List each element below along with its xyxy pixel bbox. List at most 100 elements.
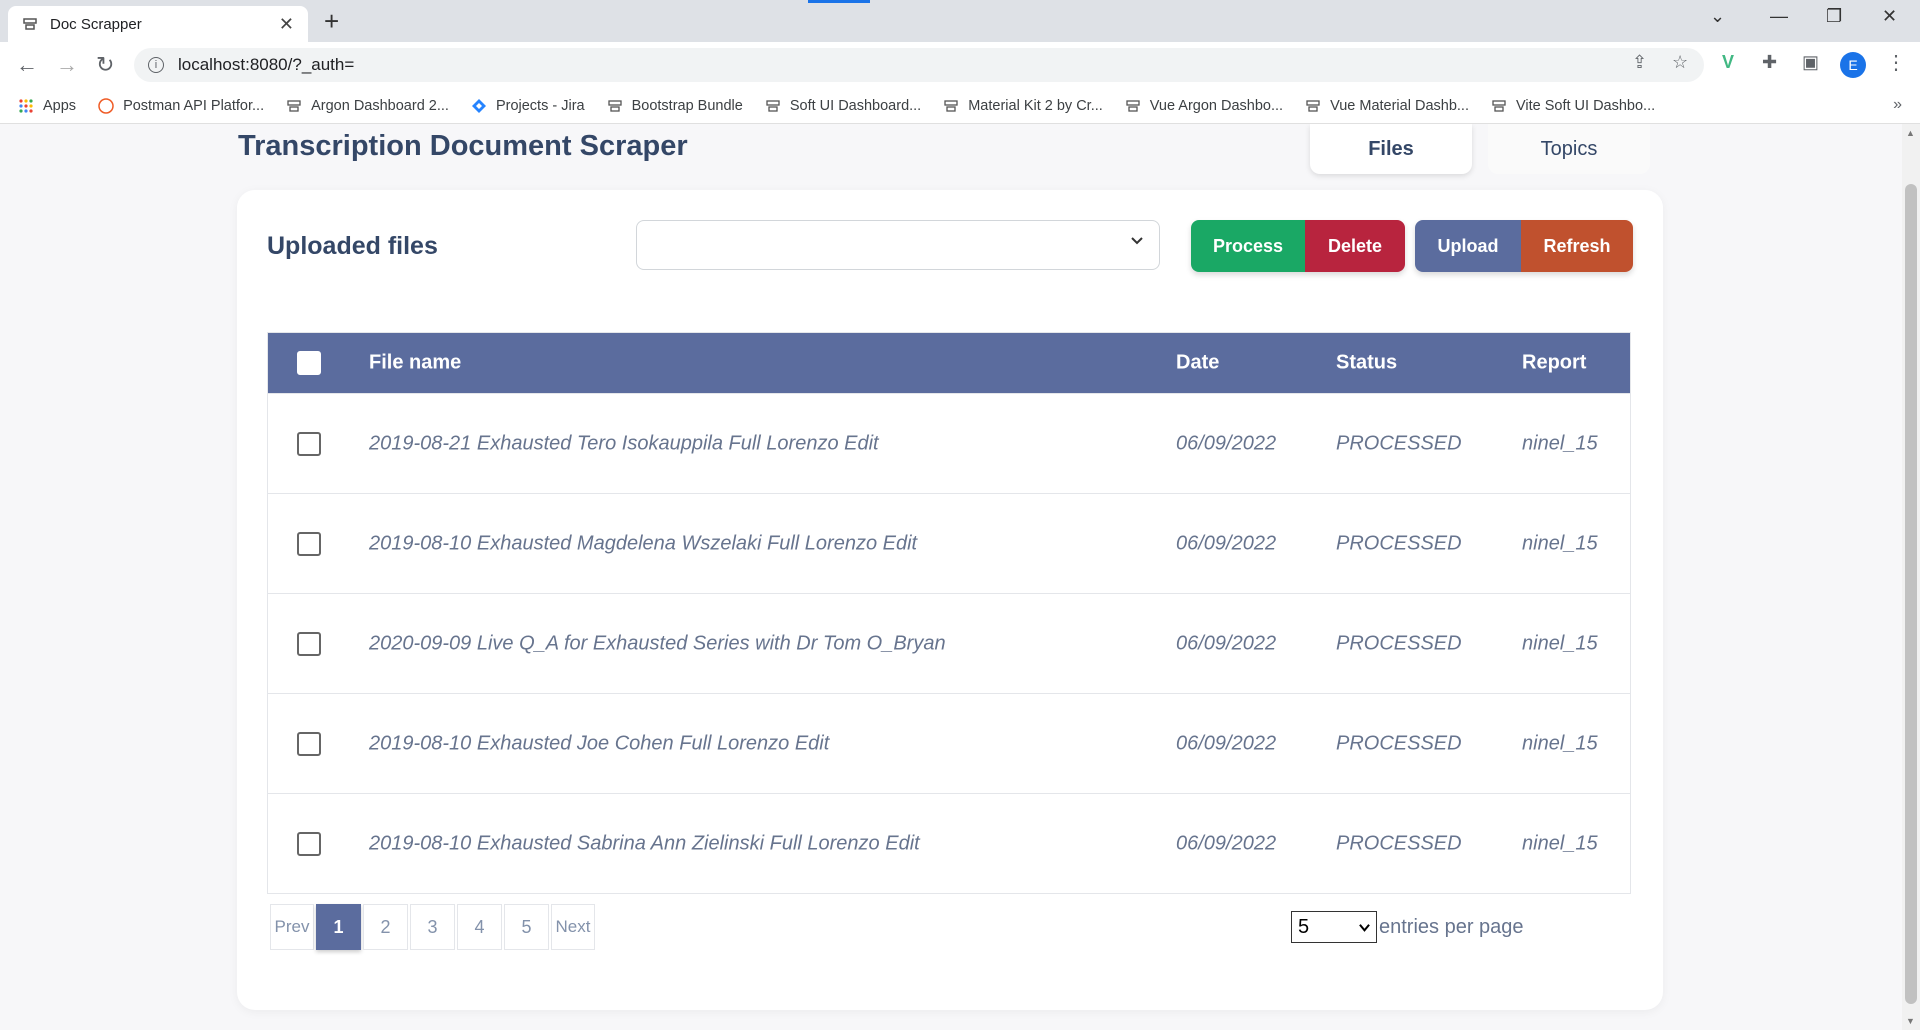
upload-refresh-group: Upload Refresh xyxy=(1415,220,1633,272)
postman-icon xyxy=(98,97,114,114)
bookmark-jira[interactable]: Projects - Jira xyxy=(471,98,585,114)
bookmark-soft-ui[interactable]: Soft UI Dashboard... xyxy=(765,98,921,114)
bookmark-label: Vue Material Dashb... xyxy=(1330,97,1469,114)
scroll-down-icon[interactable]: ▼ xyxy=(1906,1016,1915,1026)
entries-per-page: 5 entries per page xyxy=(1291,911,1524,943)
site-icon xyxy=(1491,98,1507,114)
page-button-5[interactable]: 5 xyxy=(504,904,549,950)
file-name-cell: 2019-08-10 Exhausted Joe Cohen Full Lore… xyxy=(369,732,830,754)
tab-files[interactable]: Files xyxy=(1310,124,1472,174)
header-date[interactable]: Date xyxy=(1176,352,1219,375)
tab-topics[interactable]: Topics xyxy=(1488,124,1650,174)
site-info-icon[interactable]: i xyxy=(148,57,164,73)
table-row[interactable]: 2019-08-10 Exhausted Magdelena Wszelaki … xyxy=(268,493,1630,593)
bookmark-material-kit[interactable]: Material Kit 2 by Cr... xyxy=(943,98,1103,114)
page-button-1[interactable]: 1 xyxy=(316,904,361,950)
status-cell: PROCESSED xyxy=(1336,732,1462,754)
header-status[interactable]: Status xyxy=(1336,352,1397,375)
select-all-checkbox[interactable] xyxy=(297,351,321,375)
browser-tab[interactable]: Doc Scrapper ✕ xyxy=(8,6,308,42)
site-icon xyxy=(607,98,623,114)
bookmark-postman[interactable]: Postman API Platfor... xyxy=(98,98,264,114)
bookmark-vite-soft-ui[interactable]: Vite Soft UI Dashbo... xyxy=(1491,98,1655,114)
entries-value: 5 xyxy=(1298,915,1310,938)
date-cell: 06/09/2022 xyxy=(1176,632,1277,654)
files-table: File name Date Status Report 2019-08-21 … xyxy=(267,332,1631,894)
new-tab-icon[interactable]: + xyxy=(324,8,339,34)
scroll-up-icon[interactable]: ▲ xyxy=(1906,128,1915,138)
header-file-name[interactable]: File name xyxy=(369,352,461,375)
more-bookmarks-icon[interactable]: » xyxy=(1893,96,1902,114)
forward-icon[interactable]: → xyxy=(56,52,78,78)
table-row[interactable]: 2020-09-09 Live Q_A for Exhausted Series… xyxy=(268,593,1630,693)
report-cell: ninel_15 xyxy=(1522,532,1598,554)
card-title: Uploaded files xyxy=(267,232,438,260)
page-button-3[interactable]: 3 xyxy=(410,904,455,950)
site-icon xyxy=(1125,98,1141,114)
bookmark-label: Projects - Jira xyxy=(495,97,585,114)
table-row[interactable]: 2019-08-10 Exhausted Joe Cohen Full Lore… xyxy=(268,693,1630,793)
top-nav: Files Topics xyxy=(1310,124,1666,174)
share-icon[interactable]: ⇪ xyxy=(1632,52,1647,73)
date-cell: 06/09/2022 xyxy=(1176,732,1277,754)
restore-icon[interactable]: ❐ xyxy=(1826,6,1842,27)
bookmark-label: Postman API Platfor... xyxy=(123,97,265,114)
row-checkbox[interactable] xyxy=(297,431,321,456)
vue-devtools-icon[interactable]: V xyxy=(1722,52,1734,73)
files-card: Uploaded files Process Delete Upload Ref… xyxy=(237,190,1663,1010)
row-checkbox[interactable] xyxy=(297,731,321,756)
minimize-icon[interactable]: — xyxy=(1770,6,1788,27)
bookmark-bootstrap-bundle[interactable]: Bootstrap Bundle xyxy=(607,98,743,114)
file-name-cell: 2019-08-10 Exhausted Sabrina Ann Zielins… xyxy=(369,832,920,854)
side-panel-icon[interactable]: ▣ xyxy=(1802,52,1819,73)
close-window-icon[interactable]: ✕ xyxy=(1882,6,1897,27)
file-name-cell: 2019-08-21 Exhausted Tero Isokauppila Fu… xyxy=(369,432,879,454)
refresh-button[interactable]: Refresh xyxy=(1521,220,1633,272)
header-report[interactable]: Report xyxy=(1522,352,1586,375)
file-name-cell: 2020-09-09 Live Q_A for Exhausted Series… xyxy=(369,632,946,654)
apps-grid-icon xyxy=(18,98,34,114)
browser-tab-bar: Doc Scrapper ✕ + ⌄ — ❐ ✕ xyxy=(0,0,1920,42)
delete-button[interactable]: Delete xyxy=(1305,220,1405,272)
bookmark-argon-dashboard[interactable]: Argon Dashboard 2... xyxy=(286,98,449,114)
scrollbar-thumb[interactable] xyxy=(1905,184,1917,1004)
bookmark-vue-argon[interactable]: Vue Argon Dashbo... xyxy=(1125,98,1283,114)
entries-per-page-select[interactable]: 5 xyxy=(1291,911,1377,943)
status-cell: PROCESSED xyxy=(1336,432,1462,454)
next-page-button[interactable]: Next xyxy=(551,904,595,950)
table-row[interactable]: 2019-08-21 Exhausted Tero Isokauppila Fu… xyxy=(268,393,1630,493)
process-button[interactable]: Process xyxy=(1191,220,1305,272)
page-viewport: Transcription Document Scraper Files Top… xyxy=(0,124,1902,1030)
report-cell: ninel_15 xyxy=(1522,432,1598,454)
browser-menu-icon[interactable]: ⋮ xyxy=(1886,50,1906,75)
chevron-down-icon xyxy=(1359,924,1370,932)
row-checkbox[interactable] xyxy=(297,531,321,556)
url-field[interactable]: i localhost:8080/?_auth= xyxy=(134,48,1704,82)
chevron-down-icon xyxy=(1131,237,1143,245)
tab-search-icon[interactable]: ⌄ xyxy=(1710,6,1725,27)
status-cell: PROCESSED xyxy=(1336,832,1462,854)
jira-icon xyxy=(471,98,487,114)
row-checkbox[interactable] xyxy=(297,631,321,656)
reload-icon[interactable]: ↻ xyxy=(96,52,114,78)
page-title: Transcription Document Scraper xyxy=(238,130,688,162)
close-tab-icon[interactable]: ✕ xyxy=(279,14,294,35)
page-button-2[interactable]: 2 xyxy=(363,904,408,950)
prev-page-button[interactable]: Prev xyxy=(270,904,314,950)
url-text: localhost:8080/?_auth= xyxy=(178,55,355,74)
bookmark-apps[interactable]: Apps xyxy=(18,98,76,114)
address-bar-row: ← → ↻ i localhost:8080/?_auth= ⇪ ☆ V ✚ ▣… xyxy=(0,42,1920,88)
file-filter-select[interactable] xyxy=(636,220,1160,270)
upload-button[interactable]: Upload xyxy=(1415,220,1521,272)
site-icon xyxy=(765,98,781,114)
extensions-icon[interactable]: ✚ xyxy=(1762,52,1777,73)
bookmark-vue-material[interactable]: Vue Material Dashb... xyxy=(1305,98,1469,114)
row-checkbox[interactable] xyxy=(297,831,321,856)
bookmark-star-icon[interactable]: ☆ xyxy=(1672,52,1688,73)
page-scrollbar[interactable]: ▲ ▼ xyxy=(1902,124,1920,1030)
page-button-4[interactable]: 4 xyxy=(457,904,502,950)
bookmark-label: Vite Soft UI Dashbo... xyxy=(1515,97,1656,114)
profile-avatar[interactable]: E xyxy=(1840,52,1866,78)
back-icon[interactable]: ← xyxy=(16,52,38,78)
table-row[interactable]: 2019-08-10 Exhausted Sabrina Ann Zielins… xyxy=(268,793,1630,893)
